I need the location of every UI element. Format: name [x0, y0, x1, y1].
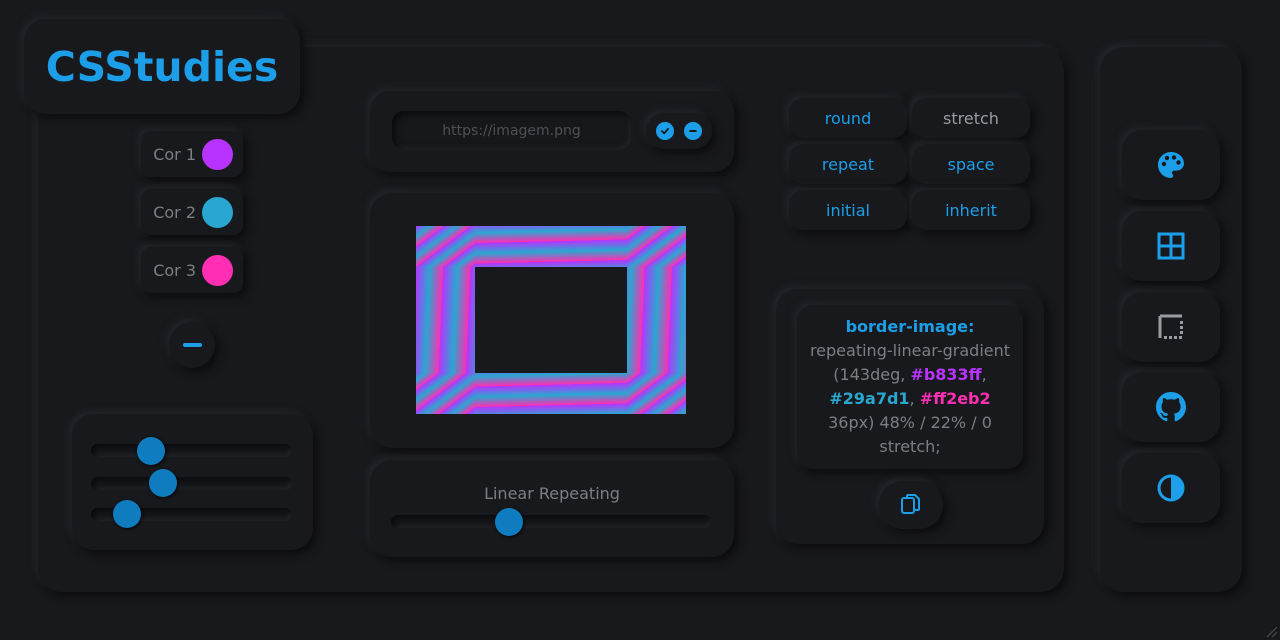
css-separator: , [909, 389, 920, 408]
gradient-size-knob[interactable] [495, 508, 524, 536]
slider-knob-1[interactable] [137, 437, 166, 465]
code-card: border-image: repeating-linear-gradient … [776, 289, 1044, 544]
minus-circle-icon[interactable] [684, 122, 702, 140]
logo-card: CSStudies [24, 19, 300, 114]
option-repeat[interactable]: repeat [789, 144, 907, 184]
url-card [370, 91, 734, 172]
contrast-icon [1157, 474, 1185, 502]
color-picker-1[interactable]: Cor 1 [141, 131, 243, 177]
gradient-type-label: Linear Repeating [484, 484, 620, 503]
image-url-input[interactable] [392, 111, 631, 150]
color-picker-3[interactable]: Cor 3 [141, 247, 243, 293]
sidebar [1100, 47, 1242, 592]
border-image-preview [416, 226, 686, 414]
css-output: border-image: repeating-linear-gradient … [797, 305, 1023, 469]
sidebar-item-grid[interactable] [1122, 211, 1220, 281]
grid-icon [1157, 232, 1185, 260]
resize-grip-icon[interactable] [1264, 624, 1278, 638]
slider-knob-3[interactable] [113, 500, 142, 528]
css-property: border-image: [845, 317, 975, 336]
gradient-type-card: Linear Repeating [370, 460, 734, 557]
css-color-2: #29a7d1 [829, 389, 910, 408]
css-rest: 36px) 48% / 22% / 0 stretch; [828, 413, 992, 456]
color-swatch[interactable] [202, 254, 233, 286]
color-label: Cor 2 [153, 202, 196, 222]
remove-color-button[interactable] [169, 322, 215, 368]
copy-icon [901, 494, 920, 514]
border-dotted-icon [1158, 314, 1183, 339]
option-stretch[interactable]: stretch [912, 98, 1030, 138]
css-separator: , [981, 365, 987, 384]
option-initial[interactable]: initial [789, 190, 907, 230]
css-color-3: #ff2eb2 [919, 389, 991, 408]
sidebar-item-colors[interactable] [1122, 130, 1220, 200]
option-round[interactable]: round [789, 98, 907, 138]
preview-card [370, 193, 734, 448]
palette-icon [1158, 152, 1184, 178]
github-icon [1156, 392, 1186, 422]
logo: CSStudies [45, 42, 279, 91]
color-picker-2[interactable]: Cor 2 [141, 189, 243, 235]
url-actions [646, 113, 712, 149]
css-color-1: #b833ff [910, 365, 982, 384]
slider-track-2[interactable] [91, 477, 292, 490]
check-icon[interactable] [656, 122, 674, 140]
slider-track-1[interactable] [91, 444, 292, 457]
color-label: Cor 1 [153, 144, 196, 164]
minus-icon [182, 343, 202, 347]
gradient-size-track[interactable] [391, 515, 711, 528]
color-label: Cor 3 [153, 260, 196, 280]
slider-knob-2[interactable] [149, 469, 178, 497]
color-swatch[interactable] [202, 196, 233, 228]
sidebar-item-theme[interactable] [1122, 453, 1220, 523]
sidebar-item-github[interactable] [1122, 372, 1220, 442]
option-inherit[interactable]: inherit [912, 190, 1030, 230]
color-swatch[interactable] [202, 138, 233, 170]
option-space[interactable]: space [912, 144, 1030, 184]
sliders-card [72, 414, 313, 550]
sidebar-item-border[interactable] [1122, 292, 1220, 362]
copy-button[interactable] [879, 481, 943, 529]
